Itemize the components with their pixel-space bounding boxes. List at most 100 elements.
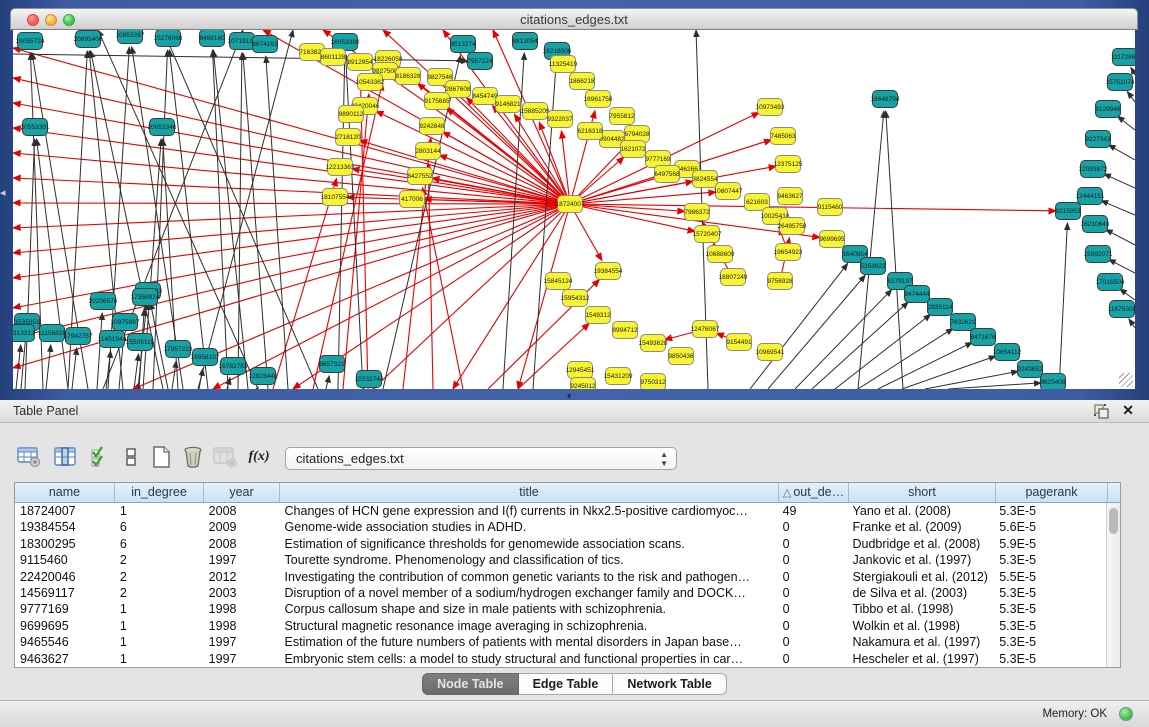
tab-node-table[interactable]: Node Table: [422, 673, 518, 695]
graph-node[interactable]: 9657321: [319, 356, 345, 373]
delete-columns-icon[interactable]: [180, 444, 206, 470]
table-row[interactable]: 1456911722003Disruption of a novel membe…: [15, 585, 1106, 601]
graph-node[interactable]: 12093872: [1079, 161, 1108, 178]
column-header-in_degree[interactable]: in_degree: [115, 483, 204, 502]
graph-node[interactable]: 16782753: [219, 358, 248, 375]
graph-node[interactable]: 6497568: [654, 166, 680, 183]
column-header-out_de[interactable]: △out_de…: [779, 483, 849, 502]
select-columns-icon[interactable]: [88, 444, 114, 470]
graph-node[interactable]: 19055724: [16, 33, 45, 50]
tab-edge-table[interactable]: Edge Table: [519, 673, 614, 695]
graph-node[interactable]: 8813054: [512, 33, 538, 50]
graph-node[interactable]: 7986372: [684, 204, 710, 221]
table-row[interactable]: 946362711997Embryonic stem cells: a mode…: [15, 651, 1106, 667]
graph-node[interactable]: 417006: [400, 191, 425, 208]
close-panel-icon[interactable]: ✕: [1122, 402, 1134, 419]
graph-node[interactable]: 10688609: [706, 246, 735, 263]
graph-node[interactable]: 12476067: [691, 321, 720, 338]
column-header-year[interactable]: year: [204, 483, 280, 502]
graph-node[interactable]: 15885209: [521, 103, 550, 120]
graph-node[interactable]: 9850436: [668, 348, 694, 365]
graph-node[interactable]: 1621072: [620, 141, 646, 158]
graph-node[interactable]: 17359924: [131, 289, 160, 306]
graph-node[interactable]: 15720407: [693, 226, 722, 243]
graph-node[interactable]: 15992071: [1084, 246, 1113, 263]
window-titlebar[interactable]: citations_edges.txt: [10, 8, 1138, 30]
graph-node[interactable]: 10543362: [356, 74, 385, 91]
graph-node[interactable]: 8427552: [407, 168, 433, 185]
graph-node[interactable]: 15845124: [544, 273, 573, 290]
graph-node[interactable]: 3824554: [692, 171, 718, 188]
graph-node[interactable]: 9474444: [904, 286, 930, 303]
graph-node[interactable]: 9513274: [450, 36, 476, 53]
graph-node[interactable]: 10969541: [756, 344, 785, 361]
graph-node[interactable]: 9750312: [640, 374, 666, 390]
graph-node[interactable]: 9115460: [818, 199, 843, 216]
graph-node[interactable]: 11325419: [549, 56, 578, 73]
graph-node[interactable]: 12923448: [249, 368, 278, 385]
graph-node[interactable]: 8454749: [472, 88, 498, 105]
float-panel-icon[interactable]: [1094, 404, 1109, 419]
function-builder-icon[interactable]: f(x): [246, 444, 272, 470]
graph-node[interactable]: 9322037: [547, 111, 573, 128]
graph-node[interactable]: 6674163: [252, 36, 278, 53]
graph-node[interactable]: 15276068: [154, 30, 183, 47]
graph-node[interactable]: 9890112: [339, 106, 364, 123]
graph-node[interactable]: 17016504: [1096, 274, 1125, 291]
graph-node[interactable]: 11156828: [38, 325, 66, 342]
graph-node[interactable]: 11675309: [1108, 301, 1135, 318]
graph-node[interactable]: 12213363: [326, 159, 355, 176]
graph-node[interactable]: 18724007: [556, 196, 585, 213]
graph-node[interactable]: 6466160: [199, 30, 225, 47]
graph-node[interactable]: 7957224: [467, 53, 493, 70]
table-selector-dropdown[interactable]: citations_edges.txt ▲▼: [285, 447, 677, 470]
table-row[interactable]: 977716911998Corpus callosum shape and si…: [15, 601, 1106, 617]
graph-node[interactable]: 8186328: [395, 68, 421, 85]
graph-node[interactable]: 9227343: [1085, 131, 1111, 148]
tab-network-table[interactable]: Network Table: [613, 673, 727, 695]
graph-node[interactable]: 16961758: [584, 91, 613, 108]
show-columns-icon[interactable]: [52, 444, 78, 470]
table-row[interactable]: 1830029562008Estimation of significance …: [15, 536, 1106, 552]
graph-node[interactable]: 8601128: [321, 49, 346, 66]
graph-node[interactable]: 11172864: [1111, 49, 1135, 66]
graph-node[interactable]: 20691406: [74, 31, 103, 48]
graph-node[interactable]: 10807447: [714, 183, 743, 200]
graph-node[interactable]: 15431209: [604, 368, 633, 385]
column-header-short[interactable]: short: [849, 483, 996, 502]
graph-node[interactable]: 3313313: [13, 325, 35, 342]
graph-node[interactable]: 16210643: [1081, 216, 1110, 233]
column-header-pagerank[interactable]: pagerank: [996, 483, 1108, 502]
graph-node[interactable]: 9777169: [645, 151, 671, 168]
graph-node[interactable]: 10853287: [116, 30, 145, 44]
graph-node[interactable]: 9699695: [819, 231, 845, 248]
graph-node[interactable]: 12375125: [774, 156, 803, 173]
graph-node[interactable]: 2718120: [335, 129, 361, 146]
table-row[interactable]: 911546021997Tourette syndrome. Phenomeno…: [15, 552, 1106, 568]
graph-node[interactable]: 5358923: [860, 258, 886, 275]
graph-node[interactable]: 9129946: [1095, 101, 1121, 118]
graph-node[interactable]: 20553301: [21, 119, 50, 136]
graph-node[interactable]: 16053380: [331, 34, 360, 51]
table-row[interactable]: 969969511998Structural magnetic resonanc…: [15, 618, 1106, 634]
graph-node[interactable]: 10232744: [355, 371, 384, 388]
graph-node[interactable]: 15493628: [639, 335, 668, 352]
graph-node[interactable]: 19654923: [774, 244, 803, 261]
graph-node[interactable]: 12444151: [1076, 188, 1105, 205]
graph-node[interactable]: 18807249: [719, 269, 748, 286]
graph-node[interactable]: 9756928: [767, 273, 793, 290]
graph-node[interactable]: 8994712: [612, 322, 638, 339]
graph-node[interactable]: 17957223: [164, 341, 193, 358]
table-row[interactable]: 2242004622012Investigating the contribut…: [15, 569, 1106, 585]
graph-node[interactable]: 7632621: [950, 314, 976, 331]
graph-node[interactable]: 9243652: [1017, 361, 1043, 378]
graph-node[interactable]: 6794028: [624, 126, 650, 143]
vertical-scrollbar[interactable]: [1106, 503, 1120, 667]
graph-node[interactable]: 19384554: [594, 263, 623, 280]
graph-node[interactable]: 9215953: [1055, 203, 1081, 220]
graph-node[interactable]: 7485063: [770, 128, 796, 145]
table-row[interactable]: 1938455462009Genome-wide association stu…: [15, 519, 1106, 535]
graph-node[interactable]: 15954312: [561, 290, 590, 307]
graph-node[interactable]: 15751074: [1106, 74, 1135, 91]
column-header-title[interactable]: title: [280, 483, 779, 502]
